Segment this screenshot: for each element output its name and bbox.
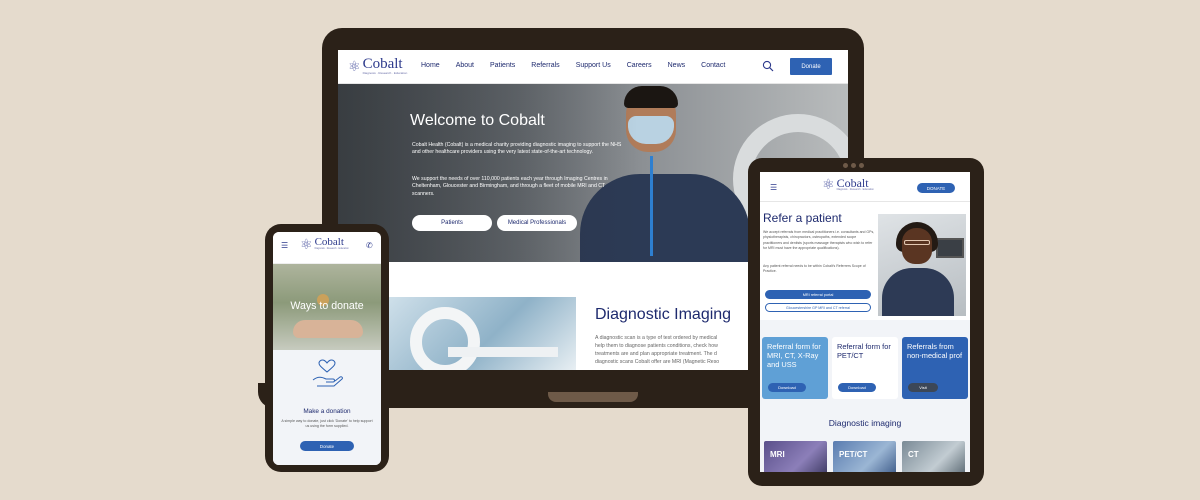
cobalt-logo[interactable]: ⚛ Cobalt Diagnosis · Research · Educatio…: [300, 237, 349, 251]
logo-tagline: Diagnosis · Research · Education: [362, 71, 408, 75]
tablet-camera: [843, 163, 865, 168]
referral-card-non-medical: Referrals from non-medical prof Visit: [902, 337, 968, 399]
donate-button[interactable]: DONATE: [917, 183, 955, 193]
clinician-photo: [878, 214, 966, 316]
nav-home[interactable]: Home: [421, 62, 440, 69]
logo-tagline: Diagnosis · Research · Education: [314, 248, 349, 251]
tile-mri[interactable]: MRI: [764, 441, 827, 472]
hamburger-menu-icon[interactable]: ☰: [281, 242, 288, 250]
nav-careers[interactable]: Careers: [627, 62, 652, 69]
search-icon[interactable]: [762, 60, 774, 72]
diagnostic-title: Diagnostic Imaging: [595, 306, 732, 323]
refer-scope-text: Any patient referral needs to be within …: [763, 264, 866, 274]
card-title: Referral form for PET/CT: [837, 342, 891, 360]
donate-button[interactable]: Donate: [790, 58, 832, 75]
cobalt-logo[interactable]: ⚛ Cobalt Diagnosis · Research · Educatio…: [822, 177, 874, 192]
refer-text: We accept referrals from medical practit…: [763, 230, 875, 250]
donate-button[interactable]: Donate: [300, 441, 354, 451]
logo-name: Cobalt: [314, 236, 344, 249]
donate-hero: Ways to donate: [273, 264, 381, 350]
laptop-notch: [548, 392, 638, 402]
nav-news[interactable]: News: [668, 62, 686, 69]
hero-title: Welcome to Cobalt: [410, 112, 545, 129]
nav-support-us[interactable]: Support Us: [576, 62, 611, 69]
gloucestershire-referral-button[interactable]: Gloucestershire GP MRI and CT referral: [765, 303, 871, 312]
hero-intro-text: Cobalt Health (Cobalt) is a medical char…: [412, 142, 622, 156]
refer-title: Refer a patient: [763, 211, 842, 225]
hamburger-menu-icon[interactable]: ☰: [770, 184, 777, 192]
hero-support-text: We support the needs of over 110,000 pat…: [412, 176, 608, 197]
atom-logo-icon: ⚛: [348, 58, 361, 75]
referral-card-petct: Referral form for PET/CT Download: [832, 337, 898, 399]
hero-title: Ways to donate: [290, 300, 364, 312]
cobalt-logo[interactable]: ⚛ Cobalt Diagnosis · Research · Educatio…: [348, 57, 407, 75]
site-header: ⚛ Cobalt Diagnosis · Research · Educatio…: [338, 50, 848, 84]
mri-referral-portal-button[interactable]: MRI referral portal: [765, 290, 871, 299]
atom-logo-icon: ⚛: [822, 176, 835, 193]
heart-hand-icon: [312, 359, 343, 387]
logo-name: Cobalt: [362, 56, 403, 72]
refer-section: Refer a patient We accept referrals from…: [760, 202, 970, 320]
tablet-header: ☰ ⚛ Cobalt Diagnosis · Research · Educat…: [760, 172, 970, 202]
nav-contact[interactable]: Contact: [701, 62, 725, 69]
phone-icon[interactable]: ✆: [366, 242, 373, 250]
nav-referrals[interactable]: Referrals: [531, 62, 559, 69]
patients-button[interactable]: Patients: [412, 215, 492, 231]
ct-scanner-image: [388, 297, 576, 370]
download-button[interactable]: Download: [768, 383, 806, 392]
donation-card: Make a donation A simple way to donate, …: [273, 350, 381, 465]
referral-card-mri: Referral form for MRI, CT, X-Ray and USS…: [762, 337, 828, 399]
visit-button[interactable]: Visit: [908, 383, 938, 392]
diagnostic-imaging-heading: Diagnostic imaging: [828, 418, 902, 428]
main-nav: Home About Patients Referrals Support Us…: [421, 62, 741, 69]
tile-petct[interactable]: PET/CT: [833, 441, 896, 472]
make-donation-title: Make a donation: [303, 408, 351, 415]
nav-patients[interactable]: Patients: [490, 62, 515, 69]
tablet-screen: ☰ ⚛ Cobalt Diagnosis · Research · Educat…: [760, 172, 970, 472]
phone-screen: ☰ ⚛ Cobalt Diagnosis · Research · Educat…: [273, 232, 381, 465]
phone-header: ☰ ⚛ Cobalt Diagnosis · Research · Educat…: [273, 232, 381, 264]
card-title: Referrals from non-medical prof: [907, 342, 963, 360]
hand-image: [293, 320, 363, 338]
download-button[interactable]: Download: [838, 383, 876, 392]
medical-professionals-button[interactable]: Medical Professionals: [497, 215, 577, 231]
logo-tagline: Diagnosis · Research · Education: [836, 188, 874, 191]
tile-ct[interactable]: CT: [902, 441, 965, 472]
make-donation-text: A simple way to donate, just click 'Dona…: [281, 419, 373, 429]
atom-logo-icon: ⚛: [300, 236, 313, 252]
nav-about[interactable]: About: [456, 62, 474, 69]
card-title: Referral form for MRI, CT, X-Ray and USS: [767, 342, 821, 369]
